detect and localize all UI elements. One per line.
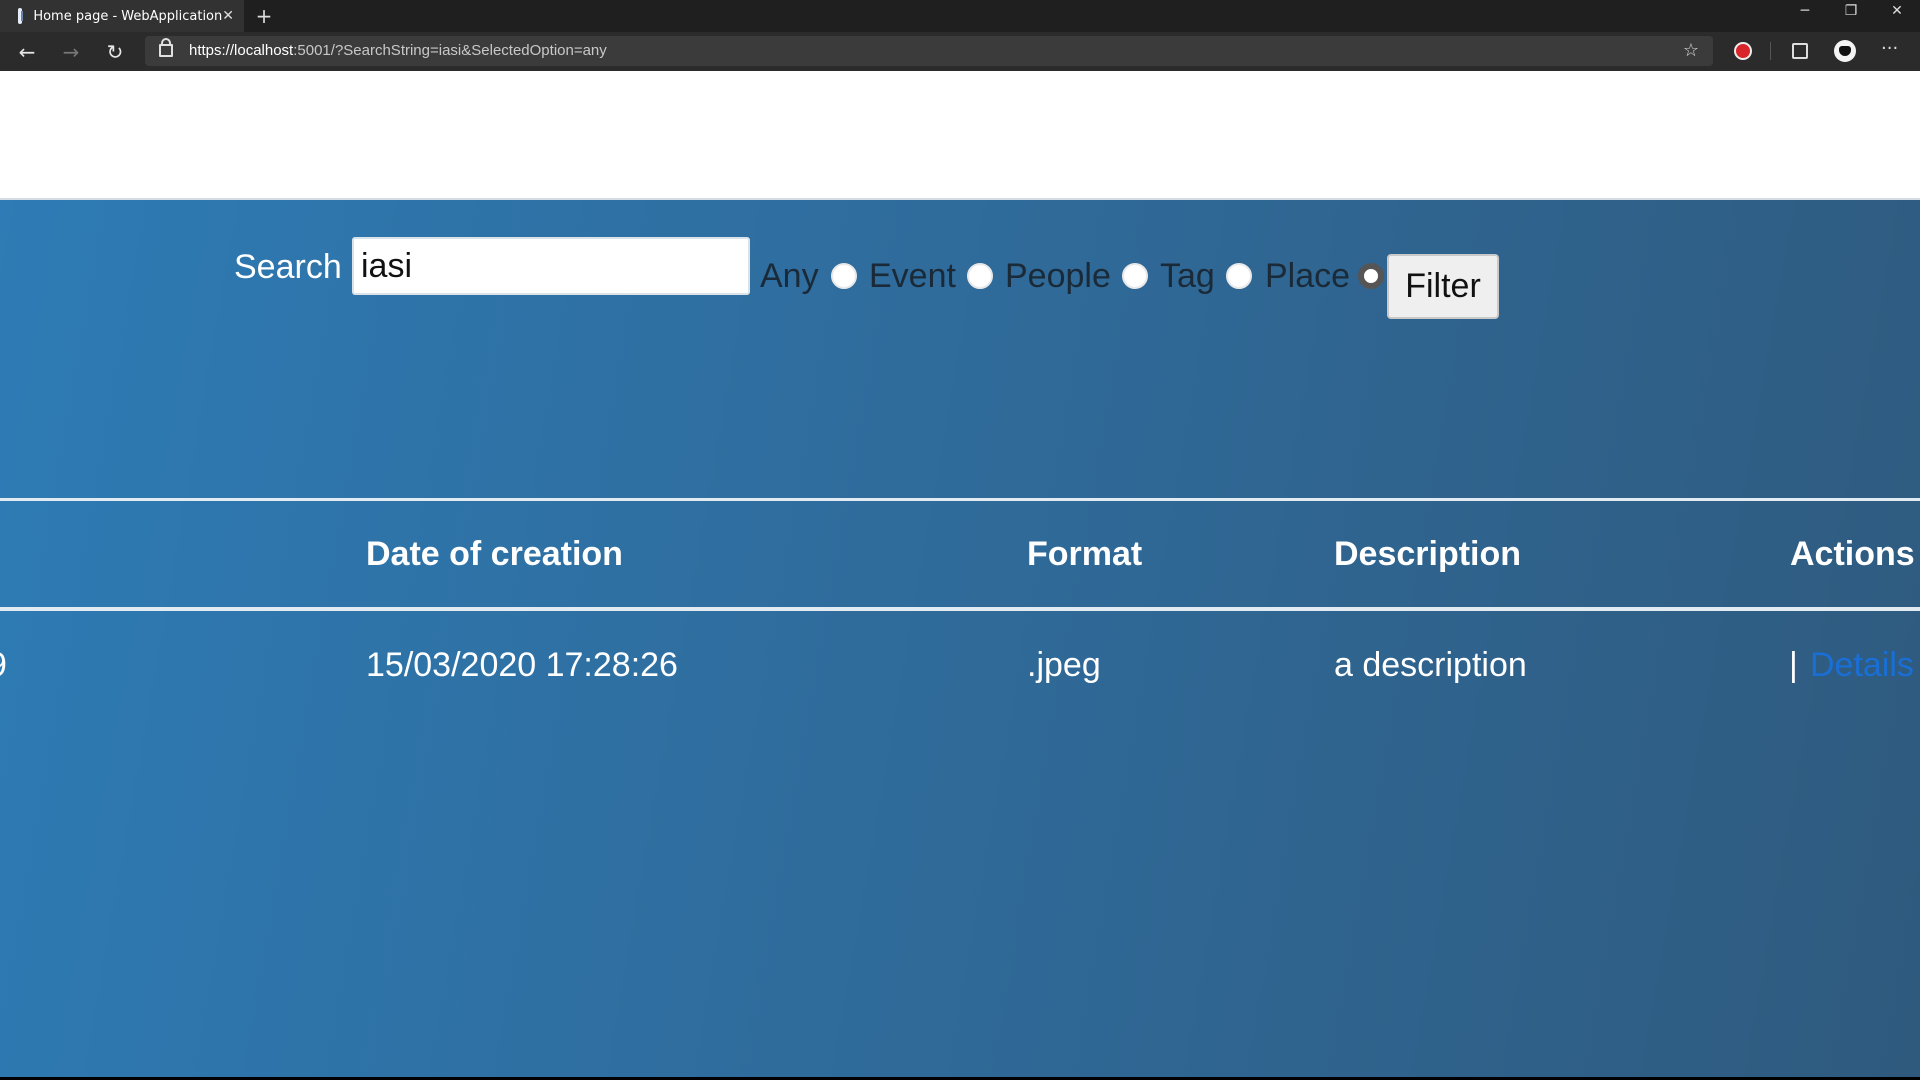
filter-button[interactable]: Filter xyxy=(1387,254,1499,319)
toolbar-divider xyxy=(1770,42,1771,60)
search-input[interactable] xyxy=(352,237,750,295)
address-bar[interactable]: https://localhost:5001/?SearchString=ias… xyxy=(145,36,1713,66)
radio-event[interactable] xyxy=(967,263,993,289)
lock-icon[interactable] xyxy=(159,38,173,57)
header-format: Format xyxy=(1027,535,1143,573)
option-label-any: Any xyxy=(760,257,819,295)
radio-any[interactable] xyxy=(831,263,857,289)
url-host: https://localhost xyxy=(189,42,294,59)
collections-icon[interactable] xyxy=(1792,43,1808,59)
url-text[interactable]: https://localhost:5001/?SearchString=ias… xyxy=(189,42,607,59)
row-date: 15/03/2020 17:28:26 xyxy=(366,646,678,684)
search-label: Search xyxy=(234,248,342,286)
window-restore-button[interactable]: ❐ xyxy=(1828,0,1874,24)
refresh-button[interactable]: ↻ xyxy=(101,38,129,66)
option-label-place: Place xyxy=(1265,257,1351,295)
favorite-star-icon[interactable]: ☆ xyxy=(1683,40,1699,61)
radio-people[interactable] xyxy=(1122,263,1148,289)
page-favicon-icon xyxy=(18,8,24,24)
radio-tag[interactable] xyxy=(1226,263,1252,289)
page-header-area xyxy=(0,71,1920,200)
back-button[interactable]: ← xyxy=(13,38,41,66)
url-path: :5001/?SearchString=iasi&SelectedOption=… xyxy=(293,42,607,59)
row-description: a description xyxy=(1334,646,1527,684)
profile-avatar-icon[interactable] xyxy=(1834,40,1856,62)
web-page: Search Any Event People Tag Place Filter… xyxy=(0,71,1920,1077)
row-partial-cell: 9 xyxy=(0,646,7,685)
browser-tab-bar: Home page - WebApplication ✕ + ─ ❐ ✕ xyxy=(0,0,1920,32)
row-format: .jpeg xyxy=(1027,646,1101,684)
browser-toolbar: ← → ↻ https://localhost:5001/?SearchStri… xyxy=(0,32,1920,71)
table-header-divider xyxy=(0,607,1920,611)
table-top-divider xyxy=(0,498,1920,501)
header-description: Description xyxy=(1334,535,1522,573)
radio-place[interactable] xyxy=(1358,263,1384,289)
window-close-button[interactable]: ✕ xyxy=(1874,0,1920,24)
new-tab-button[interactable]: + xyxy=(252,4,276,28)
row-actions-separator: | xyxy=(1789,646,1798,684)
option-label-tag: Tag xyxy=(1160,257,1215,295)
more-menu-icon[interactable]: ··· xyxy=(1881,38,1898,59)
browser-tab[interactable]: Home page - WebApplication ✕ xyxy=(0,0,244,32)
option-label-people: People xyxy=(1005,257,1111,295)
option-label-event: Event xyxy=(869,257,956,295)
tab-title: Home page - WebApplication xyxy=(33,8,223,24)
tab-close-icon[interactable]: ✕ xyxy=(222,8,234,24)
main-content: Search Any Event People Tag Place Filter… xyxy=(0,200,1920,1077)
forward-button[interactable]: → xyxy=(57,38,85,66)
header-actions: Actions xyxy=(1790,535,1915,573)
details-link[interactable]: Details xyxy=(1810,646,1914,685)
window-minimize-button[interactable]: ─ xyxy=(1782,0,1828,24)
extension-icon[interactable] xyxy=(1734,42,1752,60)
header-date-of-creation: Date of creation xyxy=(366,535,623,573)
